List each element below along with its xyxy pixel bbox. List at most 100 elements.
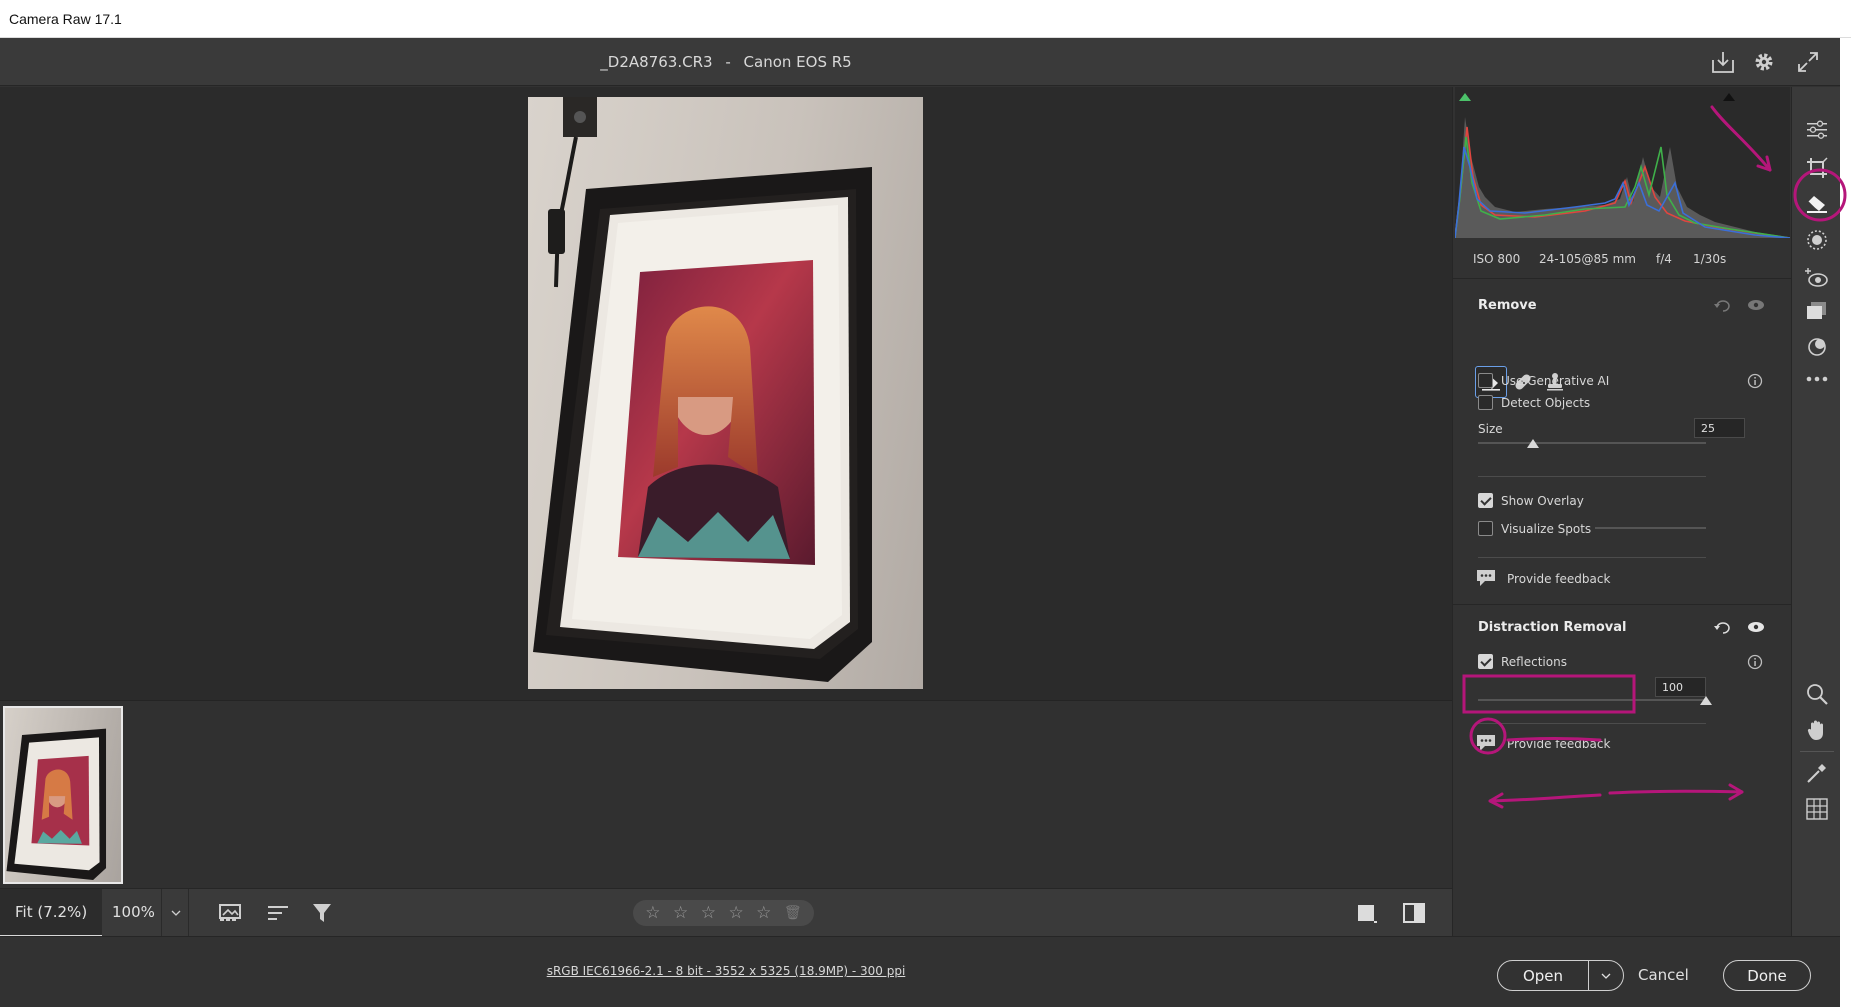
divider [1478,557,1706,558]
star-icon[interactable]: ☆ [728,903,743,923]
star-icon[interactable]: ☆ [701,903,716,923]
size-slider-handle[interactable] [1527,439,1539,448]
visibility-eye-icon[interactable] [1745,295,1767,315]
done-button[interactable]: Done [1723,960,1811,991]
thumbnail-illustration [6,728,107,880]
filter-funnel-icon[interactable] [308,899,338,927]
before-after-icon[interactable] [1400,899,1430,927]
workflow-options-link[interactable]: sRGB IEC61966-2.1 - 8 bit - 3552 x 5325 … [0,964,1452,978]
reflections-slider-handle[interactable] [1700,696,1712,705]
camera-model: Canon EOS R5 [743,53,852,71]
show-overlay-label: Show Overlay [1501,494,1584,508]
shutter-value: 1/30s [1693,252,1727,266]
star-rating[interactable]: ☆ ☆ ☆ ☆ ☆ 🗑 [633,900,814,926]
camera-raw-app: _D2A8763.CR3 - Canon EOS R5 Fit (7.2%) 1… [0,38,1840,1007]
window-titlebar: Camera Raw 17.1 [0,0,1851,38]
header-bar: _D2A8763.CR3 - Canon EOS R5 [0,38,1840,86]
red-eye-icon[interactable] [1803,264,1831,292]
divider [1800,751,1834,752]
show-overlay-checkbox[interactable] [1478,493,1493,508]
size-label: Size [1478,422,1503,436]
visualize-spots-slider[interactable] [1595,527,1706,529]
info-icon[interactable] [1744,371,1766,391]
fullscreen-expand-icon[interactable] [1794,48,1822,76]
info-icon[interactable] [1744,652,1766,672]
visualize-spots-checkbox[interactable] [1478,521,1493,536]
masking-icon[interactable] [1803,226,1831,254]
reflections-label: Reflections [1501,655,1567,669]
image-canvas[interactable] [0,87,1452,700]
trash-icon[interactable]: 🗑 [784,905,802,921]
zoom-dropdown[interactable] [163,889,189,937]
more-icon[interactable] [1803,365,1831,393]
use-generative-ai-label: Use Generative AI [1501,374,1610,388]
chevron-down-icon [171,910,180,916]
divider [1453,604,1792,605]
reset-icon[interactable] [1711,617,1733,637]
zoom-icon[interactable] [1803,680,1831,708]
divider [1453,278,1792,279]
cancel-button[interactable]: Cancel [1638,966,1689,984]
zoom-fit-button[interactable]: Fit (7.2%) [0,889,102,937]
star-icon[interactable]: ☆ [756,903,771,923]
filmstrip-thumbnail[interactable] [3,706,123,884]
remove-section-title[interactable]: Remove [1478,298,1537,313]
header-actions [1700,48,1840,76]
filmstrip-toggle-icon[interactable] [217,899,247,927]
footer-bar: sRGB IEC61966-2.1 - 8 bit - 3552 x 5325 … [0,936,1840,1007]
iso-value: ISO 800 [1473,252,1521,266]
title-separator: - [725,53,731,71]
reflections-amount-input[interactable]: 100 [1655,677,1706,697]
reflections-checkbox[interactable] [1478,654,1493,669]
tool-rail [1791,87,1840,936]
reset-icon[interactable] [1711,295,1733,315]
divider [1478,476,1706,477]
lens-value: 24-105@85 mm [1539,252,1636,266]
star-icon[interactable]: ☆ [673,903,688,923]
visualize-spots-label: Visualize Spots [1501,522,1592,536]
filename: _D2A8763.CR3 [600,53,713,71]
zoom-100-button[interactable]: 100% [102,889,162,937]
presets-icon[interactable] [1803,333,1831,361]
crop-icon[interactable] [1803,154,1831,182]
distraction-removal-title[interactable]: Distraction Removal [1478,620,1626,635]
use-generative-ai-checkbox[interactable] [1478,373,1493,388]
remove-eraser-icon[interactable] [1803,190,1831,218]
bottom-toolbar: Fit (7.2%) 100% ☆ ☆ ☆ ☆ ☆ 🗑 [0,888,1452,937]
detect-objects-label: Detect Objects [1501,396,1591,410]
open-button-group: Open [1497,960,1624,991]
color-sampler-icon[interactable] [1803,759,1831,787]
window-title: Camera Raw 17.1 [9,11,122,27]
provide-feedback-link[interactable]: Provide feedback [1507,737,1610,751]
edit-sliders-icon[interactable] [1803,116,1831,144]
histogram-graph [1455,93,1790,238]
chevron-down-icon [1601,973,1611,979]
size-value-input[interactable]: 25 [1694,418,1745,438]
snapshots-icon[interactable] [1803,297,1831,325]
exif-bar: ISO 800 24-105@85 mm f/4 1/30s [1453,238,1792,278]
sort-icon[interactable] [265,899,295,927]
save-download-icon[interactable] [1709,48,1737,76]
detect-objects-checkbox[interactable] [1478,395,1493,410]
feedback-icon[interactable] [1475,568,1497,588]
edit-panel: ISO 800 24-105@85 mm f/4 1/30s Remove Us… [1452,87,1792,936]
photo-illustration [533,97,872,682]
visibility-eye-icon[interactable] [1745,617,1767,637]
hand-icon[interactable] [1803,716,1831,744]
grid-icon[interactable] [1803,795,1831,823]
reflections-slider-track[interactable] [1478,699,1706,701]
open-options-dropdown[interactable] [1589,961,1623,990]
divider [1478,723,1706,724]
open-button[interactable]: Open [1498,961,1589,990]
aperture-value: f/4 [1656,252,1672,266]
photo-preview [528,97,923,689]
single-view-icon[interactable] [1352,899,1382,927]
feedback-icon[interactable] [1475,733,1497,753]
histogram [1455,87,1790,238]
filmstrip [0,700,1452,888]
settings-gear-icon[interactable] [1750,48,1778,76]
size-slider-track[interactable] [1478,442,1706,444]
file-title: _D2A8763.CR3 - Canon EOS R5 [0,53,1452,71]
provide-feedback-link[interactable]: Provide feedback [1507,572,1610,586]
star-icon[interactable]: ☆ [645,903,660,923]
